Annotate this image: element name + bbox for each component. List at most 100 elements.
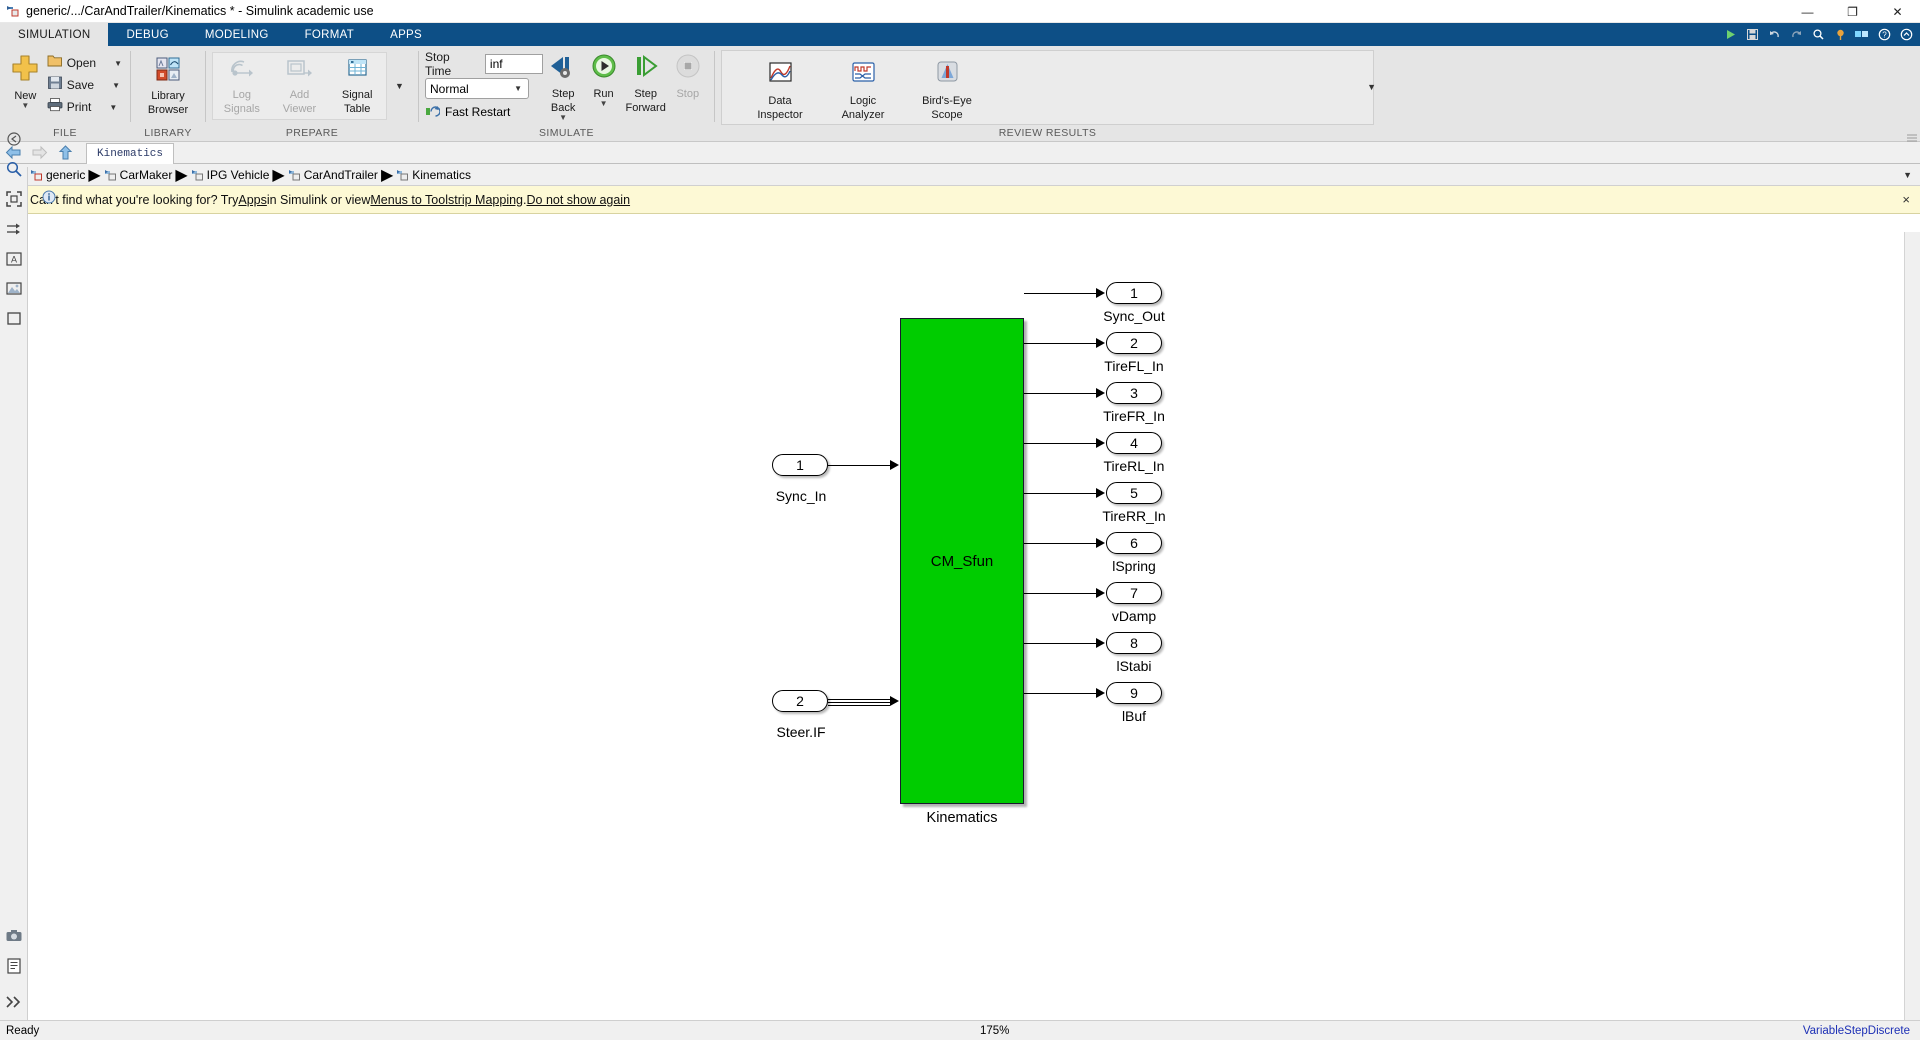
open-caret-icon[interactable]: ▼ [114, 59, 122, 68]
model-block-icon [288, 169, 300, 180]
minimize-ribbon-icon[interactable] [1896, 25, 1916, 44]
zoom-icon[interactable] [4, 159, 24, 179]
run-caret-icon[interactable]: ▼ [600, 100, 608, 108]
breadcrumb-label-kinematics: Kinematics [412, 167, 471, 182]
save-button[interactable]: Save ▼ [45, 74, 124, 96]
outport-6-number: 6 [1130, 535, 1138, 551]
model-tab-label: Kinematics [97, 148, 164, 160]
new-button[interactable]: New ▼ [6, 50, 45, 110]
save-caret-icon[interactable]: ▼ [112, 81, 120, 90]
stop-time-input[interactable] [484, 54, 543, 74]
wire-out-2 [1024, 343, 1096, 345]
new-caret-icon[interactable]: ▼ [21, 102, 29, 110]
minimize-button[interactable]: — [1785, 0, 1830, 23]
expand-rail-icon[interactable] [4, 992, 24, 1012]
tab-debug[interactable]: DEBUG [108, 23, 186, 46]
step-back-button[interactable]: Step Back ▼ [543, 50, 583, 122]
up-arrow-icon[interactable] [56, 144, 74, 162]
step-back-caret-icon[interactable]: ▼ [559, 114, 567, 122]
maximize-button[interactable]: ❐ [1830, 0, 1875, 23]
notification-link-mapping[interactable]: Menus to Toolstrip Mapping [370, 193, 523, 207]
pointer-icon[interactable] [4, 129, 24, 149]
outport-9-number: 9 [1130, 685, 1138, 701]
data-inspector-button[interactable]: Data Inspector [748, 57, 812, 121]
signal-route-icon[interactable] [4, 219, 24, 239]
prepare-more-caret-icon[interactable]: ▼ [395, 81, 404, 91]
search-icon[interactable] [1808, 25, 1828, 44]
status-zoom-level[interactable]: 175% [980, 1025, 1009, 1037]
outport-8[interactable]: 8 [1106, 632, 1162, 654]
breadcrumb-item-kinematics[interactable]: Kinematics [396, 168, 471, 182]
breadcrumb-sep-1: ▶ [88, 166, 101, 184]
library-browser-label-2: Browser [147, 104, 189, 116]
fit-to-view-icon[interactable] [4, 189, 24, 209]
outport-2-label: TireFL_In [1104, 358, 1164, 374]
wire-out-4 [1024, 443, 1096, 445]
save-quick-icon[interactable] [1742, 25, 1762, 44]
notification-link-dismiss[interactable]: Do not show again [527, 193, 631, 207]
log-signals-button[interactable]: Log Signals [213, 53, 271, 119]
canvas-vertical-scrollbar[interactable] [1904, 232, 1920, 1020]
add-viewer-button[interactable]: Add Viewer [271, 53, 329, 119]
tab-modeling[interactable]: MODELING [187, 23, 287, 46]
open-button[interactable]: Open ▼ [45, 52, 124, 74]
help-icon[interactable]: ? [1874, 25, 1894, 44]
fast-restart-toggle[interactable]: Fast Restart [425, 102, 543, 122]
inport-1-number: 1 [796, 457, 804, 473]
tab-apps[interactable]: APPS [372, 23, 440, 46]
print-caret-icon[interactable]: ▼ [109, 103, 117, 112]
outport-4[interactable]: 4 [1106, 432, 1162, 454]
print-button[interactable]: Print ▼ [45, 96, 124, 118]
pin-icon[interactable] [1830, 25, 1850, 44]
image-icon[interactable] [4, 279, 24, 299]
outport-7[interactable]: 7 [1106, 582, 1162, 604]
notification-close-icon[interactable]: × [1902, 192, 1910, 207]
notes-icon[interactable] [4, 956, 24, 976]
redo-icon[interactable] [1786, 25, 1806, 44]
breadcrumb-label-carandtrailer: CarAndTrailer [303, 167, 378, 182]
data-inspector-label-2: Inspector [757, 109, 803, 121]
area-icon[interactable] [4, 309, 24, 329]
camera-icon[interactable] [4, 926, 24, 946]
birds-eye-scope-button[interactable]: Bird's-Eye Scope [912, 57, 982, 121]
review-results-expander-icon[interactable]: ▼ [1367, 82, 1376, 92]
outport-9[interactable]: 9 [1106, 682, 1162, 704]
breadcrumb-overflow-caret-icon[interactable]: ▼ [1903, 170, 1912, 180]
tab-simulation[interactable]: SIMULATION [0, 23, 109, 46]
outport-3[interactable]: 3 [1106, 382, 1162, 404]
breadcrumb-item-carandtrailer[interactable]: CarAndTrailer [288, 168, 378, 182]
model-canvas[interactable]: CM_Sfun Kinematics 1 Sync_In 2 Steer.IF … [28, 232, 1904, 1020]
panel-resize-grip-icon[interactable] [1906, 130, 1918, 142]
breadcrumb-item-generic[interactable]: generic [30, 168, 85, 182]
inport-1[interactable]: 1 [772, 454, 828, 476]
wire-in-2-b [828, 701, 890, 703]
window-title: generic/.../CarAndTrailer/Kinematics * -… [26, 4, 374, 18]
tab-format[interactable]: FORMAT [287, 23, 373, 46]
outport-1[interactable]: 1 [1106, 282, 1162, 304]
step-forward-button[interactable]: Step Forward [624, 50, 668, 114]
log-signals-label-2: Signals [223, 103, 260, 115]
outport-5[interactable]: 5 [1106, 482, 1162, 504]
notification-link-apps[interactable]: Apps [238, 193, 267, 207]
breadcrumb-item-carmaker[interactable]: CarMaker [104, 168, 172, 182]
close-button[interactable]: ✕ [1875, 0, 1920, 23]
layout-icon[interactable] [1852, 25, 1872, 44]
outport-9-label: lBuf [1121, 708, 1147, 724]
library-browser-button[interactable]: Library Browser [137, 54, 199, 116]
run-button[interactable]: Run ▼ [583, 50, 623, 108]
model-tab-kinematics[interactable]: Kinematics [86, 143, 175, 164]
logic-analyzer-icon [848, 60, 878, 93]
breadcrumb-item-ipg-vehicle[interactable]: IPG Vehicle [191, 168, 269, 182]
inport-2[interactable]: 2 [772, 690, 828, 712]
run-quick-icon[interactable] [1720, 25, 1740, 44]
block-cm-sfun[interactable]: CM_Sfun [900, 318, 1024, 804]
logic-analyzer-button[interactable]: Logic Analyzer [830, 57, 896, 121]
outport-6[interactable]: 6 [1106, 532, 1162, 554]
outport-2[interactable]: 2 [1106, 332, 1162, 354]
status-solver[interactable]: VariableStepDiscrete [1803, 1025, 1910, 1037]
annotation-icon[interactable]: A [4, 249, 24, 269]
undo-icon[interactable] [1764, 25, 1784, 44]
simulation-mode-select[interactable]: Normal ▼ [425, 78, 529, 99]
signal-table-button[interactable]: Signal Table [328, 53, 386, 119]
printer-icon [47, 97, 63, 117]
